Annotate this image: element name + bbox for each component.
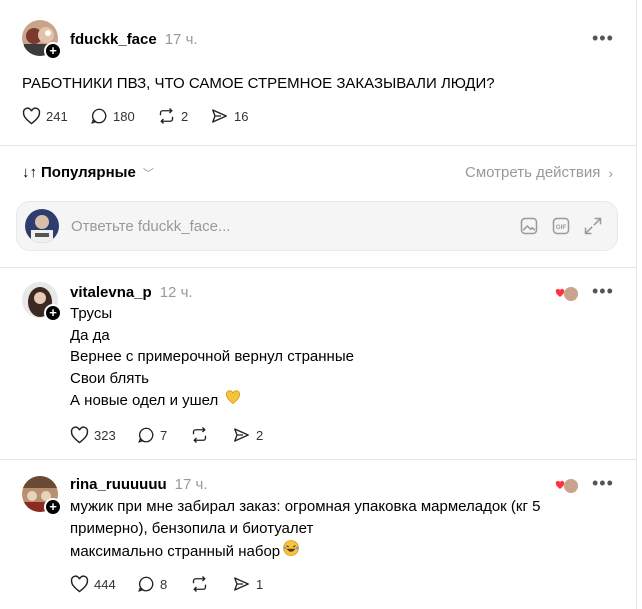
comment-header: rina_ruuuuuu 17 ч. <box>70 476 208 493</box>
svg-text:GIF: GIF <box>556 224 567 231</box>
author-username[interactable]: fduckk_face <box>70 31 157 48</box>
comment-icon <box>137 426 155 444</box>
comment-username[interactable]: rina_ruuuuuu <box>70 476 167 493</box>
comment-count: 180 <box>113 108 135 124</box>
follow-plus-icon[interactable]: + <box>44 304 62 322</box>
like-button[interactable]: 444 <box>70 575 116 593</box>
heart-icon <box>22 107 41 125</box>
reply-input[interactable]: Ответьте fduckk_face... <box>71 218 230 235</box>
post-header: fduckk_face 17 ч. <box>70 31 198 48</box>
divider <box>0 145 637 146</box>
comment-count: 8 <box>160 576 168 592</box>
my-avatar <box>25 209 59 243</box>
send-icon <box>232 575 251 593</box>
comment-button[interactable]: 180 <box>90 107 135 125</box>
sort-dropdown[interactable]: ↓↑ Популярные ﹀ <box>22 164 154 181</box>
comment-icon <box>137 575 155 593</box>
like-button[interactable]: 241 <box>22 107 68 125</box>
my-avatar-image <box>25 209 59 243</box>
repost-icon <box>190 426 209 444</box>
heart-icon <box>70 575 89 593</box>
reply-box[interactable]: Ответьте fduckk_face... GIF <box>16 201 618 251</box>
comment-line: примерно), бензопила и биотуалет <box>70 519 314 537</box>
laughing-emoji-icon <box>282 539 300 564</box>
follow-plus-icon[interactable]: + <box>44 42 62 60</box>
heart-hands-emoji-icon <box>224 389 242 412</box>
share-count: 16 <box>234 108 249 124</box>
repost-button[interactable]: 2 <box>157 107 188 125</box>
comment-line: мужик при мне забирал заказ: огромная уп… <box>70 498 541 515</box>
send-icon <box>232 426 251 444</box>
send-icon <box>210 107 229 125</box>
author-avatar[interactable]: + <box>22 20 62 60</box>
comment-time: 17 ч. <box>174 476 208 493</box>
gif-icon[interactable]: GIF <box>551 216 571 241</box>
comment-avatar[interactable]: + <box>22 476 62 516</box>
comment-icon <box>90 107 108 125</box>
author-mini-avatar <box>564 287 578 301</box>
like-button[interactable]: 323 <box>70 426 116 444</box>
post-text: РАБОТНИКИ ПВЗ, ЧТО САМОЕ СТРЕМНОЕ ЗАКАЗЫ… <box>22 75 495 92</box>
follow-plus-icon[interactable]: + <box>44 498 62 516</box>
repost-button[interactable] <box>190 575 214 593</box>
comment-avatar[interactable]: + <box>22 282 62 322</box>
comment-line: Да да <box>70 326 110 344</box>
thread-view: + fduckk_face 17 ч. ••• РАБОТНИКИ ПВЗ, Ч… <box>0 0 637 609</box>
sort-label: Популярные <box>41 164 136 181</box>
comment-button[interactable]: 7 <box>137 426 167 444</box>
repost-icon <box>157 107 176 125</box>
chevron-down-icon: ﹀ <box>142 167 154 180</box>
comment-line: А новые одел и ушел <box>70 391 219 409</box>
share-button[interactable]: 16 <box>210 107 248 125</box>
sort-arrows-icon: ↓↑ <box>22 164 37 181</box>
heart-icon <box>70 426 89 444</box>
comment-line: Трусы <box>70 305 113 322</box>
repost-icon <box>190 575 209 593</box>
author-mini-avatar <box>564 479 578 493</box>
more-options-icon[interactable]: ••• <box>592 28 614 49</box>
view-activity-label: Смотреть действия <box>465 164 601 181</box>
chevron-right-icon: › <box>608 164 614 181</box>
comment-line: Свои блять <box>70 369 149 387</box>
like-count: 444 <box>94 576 116 592</box>
comment-count: 7 <box>160 427 168 443</box>
comment-time: 12 ч. <box>159 284 193 301</box>
share-count: 1 <box>256 576 264 592</box>
divider <box>0 267 637 268</box>
comment-line-row: А новые одел и ушел <box>70 389 354 412</box>
like-count: 323 <box>94 427 116 443</box>
share-count: 2 <box>256 427 264 443</box>
repost-count: 2 <box>181 108 189 124</box>
author-liked-badge <box>555 285 578 303</box>
share-button[interactable]: 2 <box>232 426 263 444</box>
repost-button[interactable] <box>190 426 214 444</box>
comment-line: Вернее с примерочной вернул странные <box>70 348 354 365</box>
comment-line-row: максимально странный набор <box>70 539 540 564</box>
comment-text: Трусы Да да Вернее с примерочной вернул … <box>70 303 354 412</box>
expand-icon[interactable] <box>583 216 603 241</box>
share-button[interactable]: 1 <box>232 575 263 593</box>
more-options-icon[interactable]: ••• <box>592 473 614 494</box>
comment-header: vitalevna_p 12 ч. <box>70 284 193 301</box>
comment-button[interactable]: 8 <box>137 575 167 593</box>
post-time: 17 ч. <box>164 31 198 48</box>
like-count: 241 <box>46 108 68 124</box>
comment-line: максимально странный набор <box>70 542 281 560</box>
author-liked-badge <box>555 477 578 495</box>
more-options-icon[interactable]: ••• <box>592 281 614 302</box>
view-activity-link[interactable]: Смотреть действия › <box>465 164 613 181</box>
image-icon[interactable] <box>519 216 539 241</box>
comment-username[interactable]: vitalevna_p <box>70 284 152 301</box>
comment-text: мужик при мне забирал заказ: огромная уп… <box>70 496 540 564</box>
divider <box>0 459 637 460</box>
